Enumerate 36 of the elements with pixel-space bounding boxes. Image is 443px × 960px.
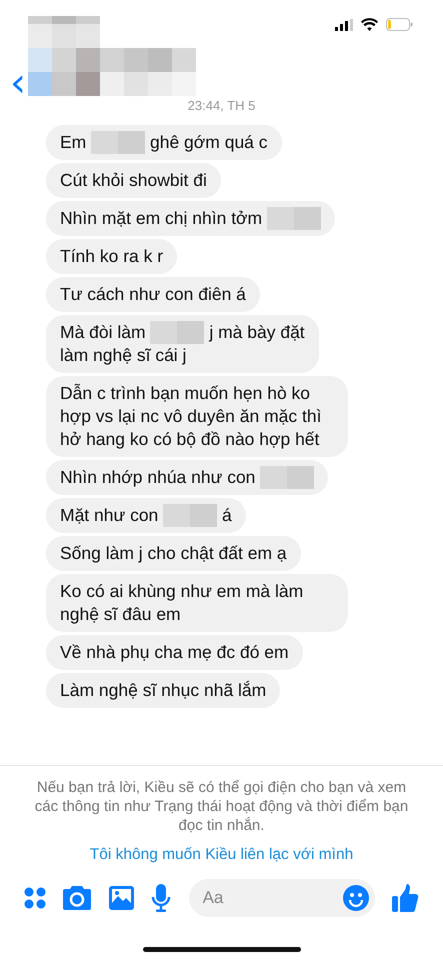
redaction-block xyxy=(266,207,321,230)
message-text: Làm nghệ sĩ nhục nhã lắm xyxy=(60,680,266,700)
battery-icon xyxy=(386,18,413,31)
message-text: làm nghệ sĩ cái j xyxy=(60,345,186,365)
redaction-block xyxy=(91,131,146,154)
timestamp: 23:44, TH 5 xyxy=(188,98,256,113)
redaction-block xyxy=(163,504,218,527)
signal-icon xyxy=(335,18,353,30)
message-text: Tính ko ra k r xyxy=(60,246,164,266)
message-text: ghê gớm quá c xyxy=(150,132,268,152)
camera-icon[interactable] xyxy=(63,886,92,910)
message-text: j mà bày đặt xyxy=(209,322,305,342)
block-contact-link[interactable]: Tôi không muốn Kiều liên lạc với mình xyxy=(84,845,360,865)
message-text: Mà đòi làm xyxy=(60,322,146,342)
message-text: Về nhà phụ cha mẹ đc đó em xyxy=(60,642,289,662)
message-input[interactable]: Aa xyxy=(188,879,375,917)
emoji-icon[interactable] xyxy=(342,885,369,911)
message-text: Cút khỏi showbit đi xyxy=(60,170,207,190)
thumbs-up-icon[interactable] xyxy=(392,884,419,912)
message-text: Em xyxy=(60,132,86,152)
message-text: Nhìn mặt em chị nhìn tởm xyxy=(60,208,262,228)
message-text: Dẫn c trình bạn muốn hẹn hò ko hợp vs lại nc vô duyên ăn mặc thì hở hang ko có bộ đồ nào hợp hết xyxy=(60,383,322,449)
message-text: Ko có ai khùng như em mà làm nghệ sĩ đâu em xyxy=(60,581,304,624)
redaction-block xyxy=(260,466,314,489)
privacy-notice: Nếu bạn trả lời, Kiều sẽ có thể gọi điện cho bạn và xem các thông tin như Trạng thái hoạt động và thời điểm bạn đọc tin nhắn. xyxy=(0,765,443,835)
microphone-icon[interactable] xyxy=(151,884,172,912)
redaction-block xyxy=(150,321,204,344)
message-text: Nhìn nhớp nhúa như con xyxy=(60,467,256,487)
message-text: Sống làm j cho chật đất em ạ xyxy=(60,543,287,563)
apps-icon[interactable] xyxy=(24,887,46,909)
wifi-icon xyxy=(361,18,378,31)
message-text: á xyxy=(222,505,232,525)
message-text: Tư cách như con điên á xyxy=(60,284,246,304)
message-text: Mặt như con xyxy=(60,505,158,525)
back-button[interactable]: ‹ xyxy=(8,66,28,100)
image-icon[interactable] xyxy=(108,886,134,910)
